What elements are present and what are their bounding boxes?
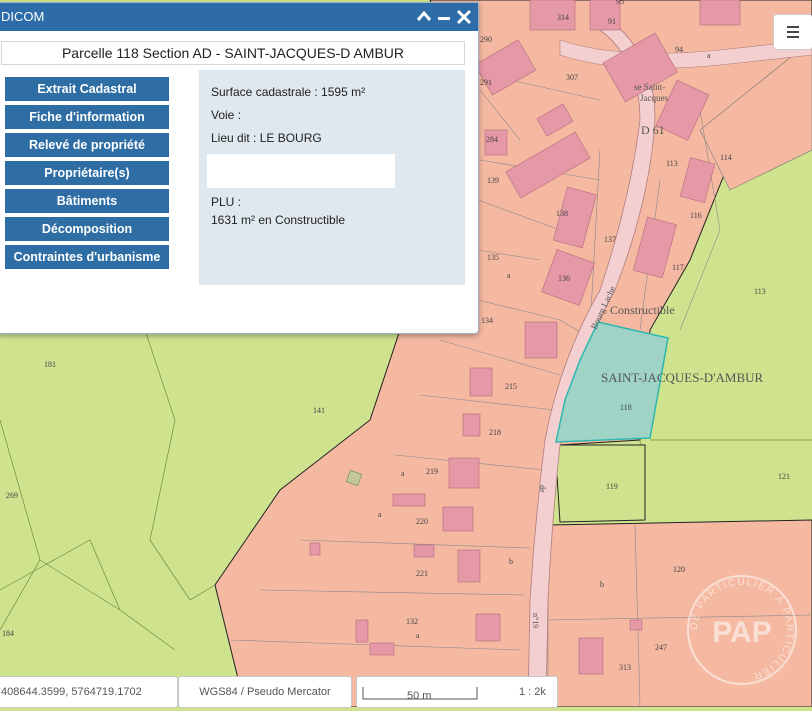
zone-label: Constructible: [610, 303, 675, 317]
svg-text:a: a: [378, 510, 382, 519]
svg-text:138: 138: [556, 209, 568, 218]
place-label-2: Jacques: [640, 93, 668, 103]
svg-text:116: 116: [690, 211, 702, 220]
road-small-label-1: de: [538, 485, 547, 493]
contraintes-urbanisme-button[interactable]: Contraintes d'urbanisme: [5, 245, 169, 269]
coordinates-display: 408644.3599, 5764719.1702: [0, 676, 178, 708]
minus-icon: [438, 17, 450, 20]
scale-ratio: 1 : 2k: [519, 686, 546, 698]
fiche-information-button[interactable]: Fiche d'information: [5, 105, 169, 129]
parcel-popup: DICOM Parcelle 118 Section AD - SAINT-JA…: [0, 2, 479, 334]
svg-text:PAP: PAP: [712, 616, 771, 649]
action-buttons: Extrait Cadastral Fiche d'information Re…: [5, 77, 169, 273]
svg-text:247: 247: [655, 643, 667, 652]
svg-text:113: 113: [754, 287, 766, 296]
svg-text:313: 313: [619, 663, 631, 672]
popup-header: DICOM: [0, 3, 478, 31]
surface-text: Surface cadastrale : 1595 m²: [211, 85, 366, 99]
svg-text:137: 137: [604, 235, 616, 244]
parcel-119: [554, 444, 646, 523]
svg-text:215: 215: [505, 382, 517, 391]
svg-text:134: 134: [481, 316, 493, 325]
decomposition-button[interactable]: Décomposition: [5, 217, 169, 241]
hamburger-icon: [787, 26, 799, 38]
svg-text:119: 119: [606, 482, 618, 491]
svg-text:290: 290: [480, 35, 492, 44]
svg-text:221: 221: [416, 569, 428, 578]
scale-display: 50 m 1 : 2k: [356, 676, 558, 708]
svg-text:a: a: [707, 51, 711, 60]
lieu-dit-text: Lieu dit : LE BOURG: [211, 131, 322, 145]
close-icon: [456, 9, 472, 25]
svg-text:218: 218: [489, 428, 501, 437]
svg-text:94: 94: [675, 45, 683, 54]
collapse-button[interactable]: [415, 6, 433, 26]
svg-text:95: 95: [616, 0, 624, 6]
menu-button[interactable]: [773, 14, 812, 50]
svg-text:114: 114: [720, 153, 732, 162]
svg-text:120: 120: [673, 565, 685, 574]
svg-text:284: 284: [486, 135, 498, 144]
extrait-cadastral-button[interactable]: Extrait Cadastral: [5, 77, 169, 101]
svg-text:184: 184: [2, 629, 14, 638]
place-label-1: se Saint-: [634, 82, 665, 92]
batiments-button[interactable]: Bâtiments: [5, 189, 169, 213]
svg-text:141: 141: [313, 406, 325, 415]
svg-text:118: 118: [620, 403, 632, 412]
app-title: DICOM: [1, 9, 45, 24]
svg-text:121: 121: [778, 472, 790, 481]
proprietaires-button[interactable]: Propriétaire(s): [5, 161, 169, 185]
svg-text:136: 136: [558, 274, 570, 283]
parcel-title: Parcelle 118 Section AD - SAINT-JACQUES-…: [1, 41, 465, 65]
projection-selector[interactable]: WGS84 / Pseudo Mercator: [178, 676, 352, 708]
chevron-up-icon: [416, 10, 432, 21]
svg-text:113: 113: [666, 159, 678, 168]
svg-text:a: a: [416, 631, 420, 640]
svg-text:91: 91: [608, 17, 616, 26]
plu-label: PLU :: [211, 195, 242, 209]
svg-text:a: a: [401, 469, 405, 478]
svg-text:b: b: [600, 580, 604, 589]
parcel-info-panel: Surface cadastrale : 1595 m² Voie : Lieu…: [199, 70, 465, 285]
svg-text:181: 181: [44, 360, 56, 369]
svg-text:139: 139: [487, 176, 499, 185]
svg-text:b: b: [509, 557, 513, 566]
releve-propriete-button[interactable]: Relevé de propriété: [5, 133, 169, 157]
svg-text:269: 269: [6, 491, 18, 500]
svg-text:a: a: [507, 271, 511, 280]
svg-text:314: 314: [557, 13, 569, 22]
road-small-label-2: n°19: [531, 613, 540, 628]
voie-text: Voie :: [211, 108, 242, 122]
svg-text:132: 132: [406, 617, 418, 626]
svg-text:219: 219: [426, 467, 438, 476]
road-label: D 61: [641, 123, 665, 137]
svg-text:117: 117: [672, 263, 684, 272]
close-button[interactable]: [455, 6, 473, 26]
plu-value: 1631 m² en Constructible: [211, 213, 346, 227]
svg-text:220: 220: [416, 517, 428, 526]
svg-text:307: 307: [566, 73, 578, 82]
minimize-button[interactable]: [435, 6, 453, 26]
commune-label: SAINT-JACQUES-D'AMBUR: [601, 370, 764, 385]
redacted-block: [207, 154, 395, 188]
svg-text:291: 291: [480, 78, 492, 87]
svg-text:135: 135: [487, 253, 499, 262]
